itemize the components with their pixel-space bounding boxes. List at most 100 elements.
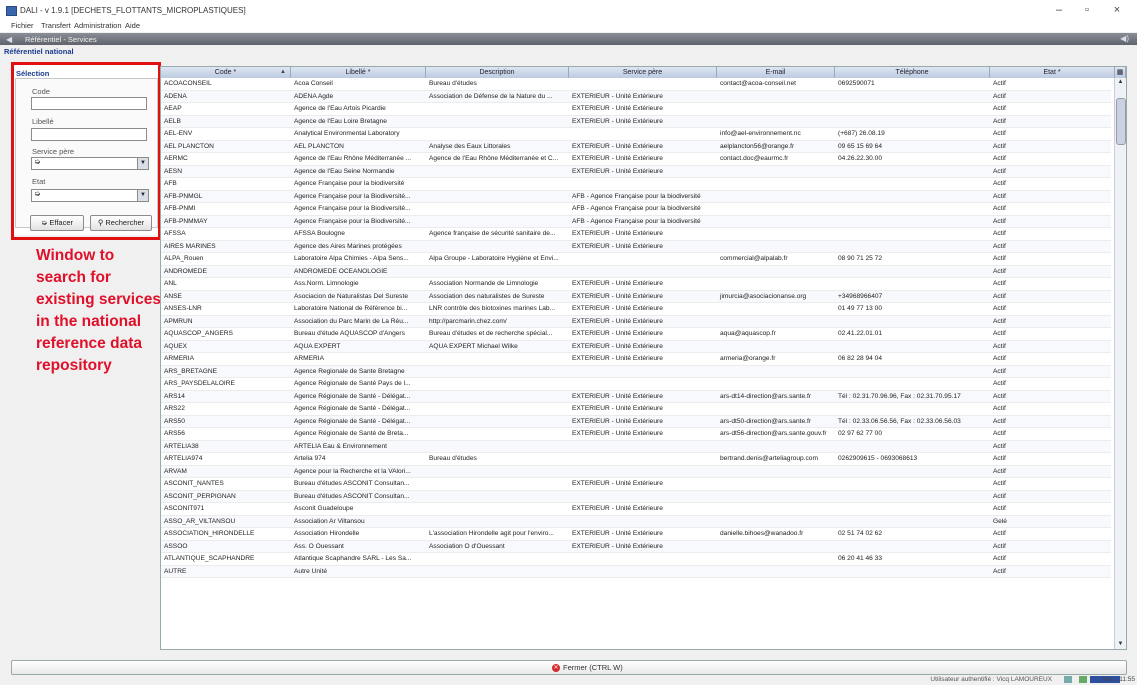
cell-service-pere — [569, 516, 717, 528]
table-row[interactable]: AQUEX AQUA EXPERT AQUA EXPERT Michael Wilk… — [161, 340, 1111, 353]
table-row[interactable]: ASCONIT971 Asconit Guadeloupe EXTERIEUR - … — [161, 503, 1111, 516]
column-header-libelle[interactable]: Libellé * — [291, 67, 426, 78]
table-row[interactable]: AESN Agence de l'Eau Seine Normandie EXTER… — [161, 165, 1111, 178]
cell-etat: Actif — [993, 417, 1006, 425]
search-button[interactable]: ⚲ Rechercher — [90, 215, 152, 231]
table-row[interactable]: ARTELIA38 ARTELIA Eau & Environnement Acti… — [161, 440, 1111, 453]
column-header-service-pere[interactable]: Service père — [569, 67, 717, 78]
table-row[interactable]: AFSSA AFSSA Boulogne Agence française de s… — [161, 228, 1111, 241]
table-row[interactable]: AERMC Agence de l'Eau Rhône Méditerranée … — [161, 153, 1111, 166]
service-pere-select[interactable]: ➭ ▼ — [31, 157, 149, 170]
sound-icon[interactable]: ◀) — [1120, 34, 1129, 43]
table-row[interactable]: ANL Ass.Norm. Limnologie Association Norma… — [161, 278, 1111, 291]
table-row[interactable]: AUTRE Autre Unité Actif — [161, 565, 1111, 578]
table-row[interactable]: ASCONIT_PERPIGNAN Bureau d'études ASCONIT… — [161, 490, 1111, 503]
cell-email: jimurcia@asociacionanse.org — [720, 292, 807, 300]
table-row[interactable]: ATLANTIQUE_SCAPHANDRE Atlantique Scaphand… — [161, 553, 1111, 566]
table-row[interactable]: ASSOO Ass. O Ouessant Association O d'Oues… — [161, 540, 1111, 553]
table-row[interactable]: ANSE Asociacion de Naturalistas Del Sures… — [161, 290, 1111, 303]
menu-fichier[interactable]: Fichier — [11, 21, 34, 30]
maximize-icon[interactable]: ▫ — [1077, 3, 1097, 17]
table-row[interactable]: AFB Agence Française pour la biodiversité… — [161, 178, 1111, 191]
cell-libelle: Association du Parc Marin de La Réu... — [294, 317, 409, 325]
table-row[interactable]: ARS_PAYSDELALOIRE Agence Régionale de San… — [161, 378, 1111, 391]
table-row[interactable]: ARS_BRETAGNE Agence Regionale de Sante Br… — [161, 365, 1111, 378]
cell-service-pere: EXTERIEUR - Unité Extérieure — [572, 530, 663, 537]
code-input[interactable] — [31, 97, 147, 110]
menu-aide[interactable]: Aide — [125, 21, 140, 30]
table-row[interactable]: ARS50 Agence Régionale de Santé - Délégat… — [161, 415, 1111, 428]
cell-etat: Actif — [993, 567, 1006, 575]
table-row[interactable]: AEL-ENV Analytical Environmental Laborato… — [161, 128, 1111, 141]
table-row[interactable]: AFB-PNMMAY Agence Française pour la Biodi… — [161, 215, 1111, 228]
table-row[interactable]: AFB-PNMGL Agence Française pour la Biodiv… — [161, 190, 1111, 203]
table-row[interactable]: ARTELIA974 Artelia 974 Bureau d'études bert… — [161, 453, 1111, 466]
chevron-down-icon[interactable]: ▼ — [137, 190, 148, 201]
cell-telephone: 04.26.22.30.00 — [838, 155, 882, 162]
table-row[interactable]: ARS14 Agence Régionale de Santé - Délégat… — [161, 390, 1111, 403]
column-header-description[interactable]: Description — [426, 67, 569, 78]
table-row[interactable]: APMRUN Association du Parc Marin de La Ré… — [161, 315, 1111, 328]
table-row[interactable]: ANDROMEDE ANDROMEDE OCEANOLOGIE Actif — [161, 265, 1111, 278]
table-row[interactable]: AIRES MARINES Agence des Aires Marines pr… — [161, 240, 1111, 253]
cell-description: Association O d'Ouessant — [429, 542, 505, 550]
table-row[interactable]: ASCONIT_NANTES Bureau d'études ASCONIT Co… — [161, 478, 1111, 491]
cell-telephone — [835, 203, 990, 215]
libelle-input[interactable] — [31, 128, 147, 141]
back-arrow-icon[interactable]: ◀ — [6, 35, 12, 44]
column-header-etat[interactable]: Etat * — [990, 67, 1115, 78]
table-row[interactable]: AFB-PNMI Agence Française pour la Biodive… — [161, 203, 1111, 216]
cell-libelle: Bureau d'études ASCONIT Consultan... — [294, 492, 410, 500]
table-row[interactable]: AEAP Agence de l'Eau Artois Picardie EXTER… — [161, 103, 1111, 116]
cell-libelle: Agence Regionale de Sante Bretagne — [294, 367, 405, 375]
cell-telephone: 06 82 28 94 04 — [838, 355, 882, 362]
column-header-telephone[interactable]: Téléphone — [835, 67, 990, 78]
table-row[interactable]: ACOACONSEIL Acoa Conseil Bureau d'études co… — [161, 78, 1111, 91]
cell-libelle: Asconit Guadeloupe — [294, 505, 354, 512]
cell-libelle: Autre Unité — [294, 567, 327, 575]
scroll-down-icon[interactable]: ▼ — [1115, 640, 1126, 649]
table-row[interactable]: ARMERIA ARMERIA EXTERIEUR - Unité Extérieu… — [161, 353, 1111, 366]
chevron-down-icon[interactable]: ▼ — [137, 158, 148, 169]
cell-libelle: Bureau d'étude AQUASCOP d'Angers — [294, 330, 405, 337]
etat-label: Etat — [32, 177, 46, 186]
status-clock: Mo... 11:55 — [1102, 676, 1135, 683]
cell-libelle: Artelia 974 — [294, 455, 326, 462]
column-chooser-icon[interactable]: ▦ — [1115, 67, 1126, 78]
scroll-up-icon[interactable]: ▲ — [1115, 78, 1126, 87]
cell-email — [717, 378, 835, 390]
cell-email — [717, 541, 835, 553]
cell-service-pere: EXTERIEUR - Unité Extérieure — [572, 392, 663, 400]
cell-service-pere — [569, 266, 717, 278]
scrollbar-thumb[interactable] — [1116, 98, 1126, 145]
table-row[interactable]: AQUASCOP_ANGERS Bureau d'étude AQUASCOP d… — [161, 328, 1111, 341]
close-button[interactable]: ✕ Fermer (CTRL W) — [552, 662, 623, 673]
table-row[interactable]: ASSOCIATION_HIRONDELLE Association Hirond… — [161, 528, 1111, 541]
clear-button[interactable]: ➭ Effacer — [30, 215, 84, 231]
cell-code: AUTRE — [164, 567, 187, 575]
table-row[interactable]: AEL PLANCTON AEL PLANCTON Analyse des Eaux… — [161, 140, 1111, 153]
column-header-code[interactable]: Code * ▲ — [161, 67, 291, 78]
cell-telephone — [835, 216, 990, 228]
menu-administration[interactable]: Administration — [74, 21, 122, 30]
table-row[interactable]: ANSES-LNR Laboratoire National de Référen… — [161, 303, 1111, 316]
cell-email — [717, 403, 835, 415]
cell-description — [426, 128, 569, 140]
table-row[interactable]: ADENA ADENA Agde Association de Défense de… — [161, 90, 1111, 103]
cell-etat: Actif — [993, 92, 1006, 100]
cell-etat: Actif — [993, 217, 1006, 225]
column-header-email[interactable]: E-mail — [717, 67, 835, 78]
minimize-icon[interactable]: – — [1049, 3, 1069, 17]
cell-libelle: Agence de l'Eau Artois Picardie — [294, 105, 386, 112]
table-row[interactable]: ARVAM Agence pour la Recherche et la VAlo… — [161, 465, 1111, 478]
etat-select[interactable]: ➭ ▼ — [31, 189, 149, 202]
table-row[interactable]: ASSO_AR_VILTANSOU Association Ar Viltanso… — [161, 515, 1111, 528]
table-row[interactable]: ARS22 Agence Régionale de Santé - Délégat… — [161, 403, 1111, 416]
close-window-icon[interactable]: × — [1107, 3, 1127, 17]
table-row[interactable]: ALPA_Rouen Laboratoire Alpa Chimies - Alp… — [161, 253, 1111, 266]
cell-email — [717, 553, 835, 565]
vertical-scrollbar[interactable]: ▲ ▼ — [1114, 78, 1126, 649]
table-row[interactable]: ARS56 Agence Régionale de Santé de Breta.… — [161, 428, 1111, 441]
menu-transfert[interactable]: Transfert — [41, 21, 71, 30]
table-row[interactable]: AELB Agence de l'Eau Loire Bretagne EXTERI… — [161, 115, 1111, 128]
